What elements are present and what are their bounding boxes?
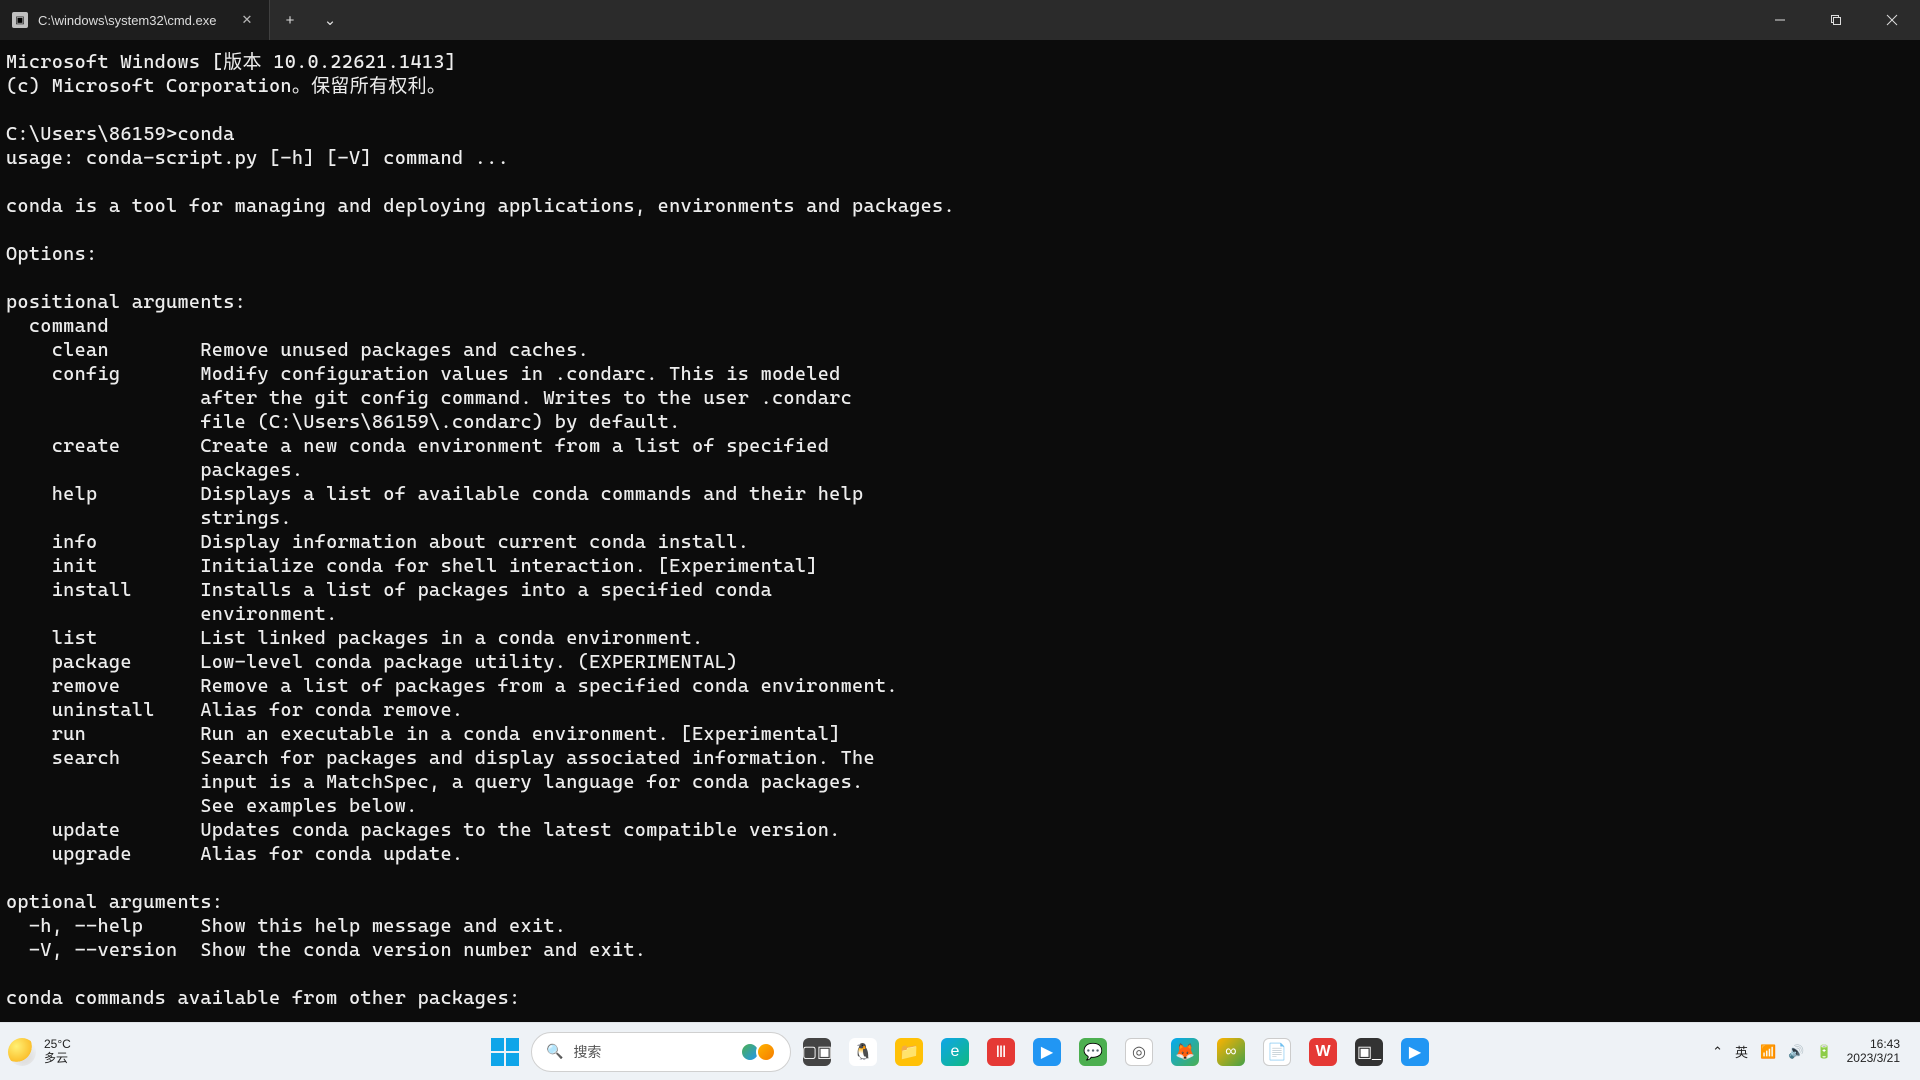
taskbar-search[interactable]: 🔍 搜索	[531, 1032, 791, 1072]
volume-icon[interactable]: 🔊	[1788, 1044, 1804, 1060]
weather-temp: 25°C	[44, 1038, 71, 1051]
maximize-button[interactable]	[1808, 0, 1864, 40]
start-button[interactable]	[485, 1032, 525, 1072]
play-icon: ▶	[1401, 1038, 1429, 1066]
battery-icon[interactable]: 🔋	[1816, 1044, 1832, 1060]
taskview-button[interactable]: ▢▣	[797, 1032, 837, 1072]
infinity-icon: ∞	[1217, 1038, 1245, 1066]
player-app[interactable]: ▶	[1395, 1032, 1435, 1072]
tab-dropdown-button[interactable]: ⌄	[310, 0, 350, 40]
taskbar-clock[interactable]: 16:43 2023/3/21	[1847, 1038, 1900, 1064]
browser-app[interactable]: 🦊	[1165, 1032, 1205, 1072]
cmd-icon: ▣	[12, 12, 28, 28]
chrome-browser[interactable]: ◎	[1119, 1032, 1159, 1072]
window-controls	[1752, 0, 1920, 40]
taskbar-center: 🔍 搜索 ▢▣ 🐧 📁 e Ⅲ ▶ 💬 ◎ 🦊 ∞ 📄 W ▣_ ▶	[298, 1032, 1622, 1072]
tab-close-button[interactable]: ✕	[239, 12, 255, 28]
edge-browser[interactable]: e	[935, 1032, 975, 1072]
close-button[interactable]	[1864, 0, 1920, 40]
wechat-app[interactable]: 💬	[1073, 1032, 1113, 1072]
search-placeholder: 搜索	[573, 1042, 601, 1062]
globe-icon: 🦊	[1171, 1038, 1199, 1066]
tray-chevron-icon[interactable]: ⌃	[1712, 1044, 1723, 1060]
notepad-app[interactable]: 📄	[1257, 1032, 1297, 1072]
red-app-icon: Ⅲ	[987, 1038, 1015, 1066]
wps-app[interactable]: W	[1303, 1032, 1343, 1072]
app-yellow[interactable]: ∞	[1211, 1032, 1251, 1072]
wps-icon: W	[1309, 1038, 1337, 1066]
video-app[interactable]: ▶	[1027, 1032, 1067, 1072]
taskbar: 25°C 多云 🔍 搜索 ▢▣ 🐧 📁 e Ⅲ ▶ 💬 ◎ 🦊 ∞ 📄 W ▣_…	[0, 1022, 1920, 1080]
edge-icon: e	[941, 1038, 969, 1066]
windows-logo-icon	[491, 1038, 519, 1066]
weather-icon	[8, 1038, 36, 1066]
search-suggestions-icon	[744, 1042, 776, 1062]
document-icon: 📄	[1263, 1038, 1291, 1066]
clock-time: 16:43	[1847, 1038, 1900, 1051]
system-tray: ⌃ 英 📶 🔊 🔋	[1712, 1042, 1832, 1061]
window-titlebar: ▣ C:\windows\system32\cmd.exe ✕ + ⌄	[0, 0, 1920, 40]
taskbar-weather[interactable]: 25°C 多云	[8, 1038, 298, 1066]
taskview-icon: ▢▣	[803, 1038, 831, 1066]
ime-indicator[interactable]: 英	[1735, 1042, 1748, 1061]
file-explorer[interactable]: 📁	[889, 1032, 929, 1072]
netease-app[interactable]: Ⅲ	[981, 1032, 1021, 1072]
terminal-icon: ▣_	[1355, 1038, 1383, 1066]
minimize-button[interactable]	[1752, 0, 1808, 40]
terminal-tab[interactable]: ▣ C:\windows\system32\cmd.exe ✕	[0, 0, 270, 40]
wechat-icon: 💬	[1079, 1038, 1107, 1066]
new-tab-button[interactable]: +	[270, 0, 310, 40]
folder-icon: 📁	[895, 1038, 923, 1066]
qq-app[interactable]: 🐧	[843, 1032, 883, 1072]
tab-title: C:\windows\system32\cmd.exe	[38, 13, 229, 28]
clock-date: 2023/3/21	[1847, 1052, 1900, 1065]
chrome-icon: ◎	[1125, 1038, 1153, 1066]
video-icon: ▶	[1033, 1038, 1061, 1066]
weather-desc: 多云	[44, 1052, 71, 1065]
wifi-icon[interactable]: 📶	[1760, 1044, 1776, 1060]
taskbar-right: ⌃ 英 📶 🔊 🔋 16:43 2023/3/21	[1622, 1038, 1912, 1064]
search-icon: 🔍	[546, 1043, 563, 1060]
penguin-icon: 🐧	[849, 1038, 877, 1066]
terminal-app[interactable]: ▣_	[1349, 1032, 1389, 1072]
terminal-output[interactable]: Microsoft Windows [版本 10.0.22621.1413] (…	[0, 40, 1920, 1022]
